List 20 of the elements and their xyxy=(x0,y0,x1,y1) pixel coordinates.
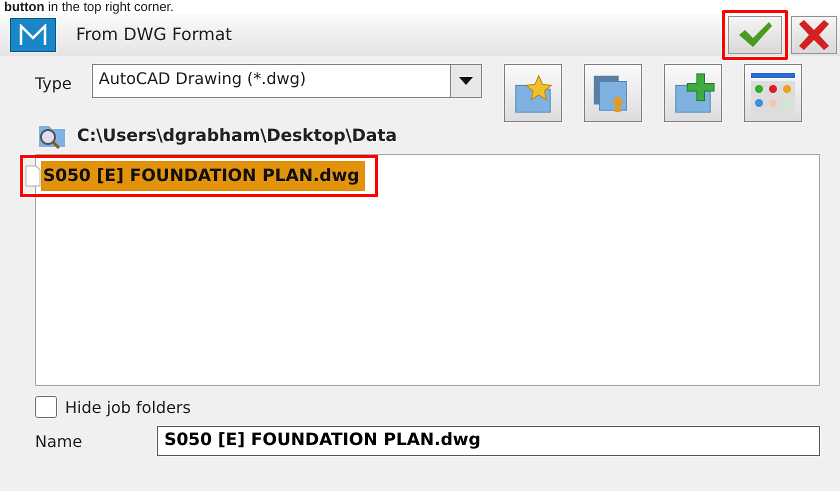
checkbox[interactable] xyxy=(35,396,57,418)
toolbar-button[interactable] xyxy=(744,64,802,122)
checkbox-label: Hide job folders xyxy=(65,398,191,416)
caption-text: button in the top right corner. xyxy=(3,0,175,14)
name-label: Name xyxy=(35,432,82,450)
folder-path: C:\Users\dgrabham\Desktop\Data xyxy=(77,126,397,146)
file-item[interactable]: S050 [E] FOUNDATION PLAN.dwg xyxy=(41,161,366,191)
close-icon xyxy=(797,20,831,50)
toolbar-button[interactable] xyxy=(504,64,562,122)
toolbar-button[interactable] xyxy=(584,64,642,122)
close-button[interactable] xyxy=(791,16,837,54)
toolbar-button[interactable] xyxy=(664,64,722,122)
ok-button[interactable] xyxy=(728,16,782,54)
name-field[interactable]: S050 [E] FOUNDATION PLAN.dwg xyxy=(157,426,820,456)
app-logo-icon xyxy=(10,18,56,52)
checkmark-icon xyxy=(737,21,773,49)
window-title: From DWG Format xyxy=(76,25,233,45)
type-dropdown[interactable]: AutoCAD Drawing (*.dwg) xyxy=(92,64,482,98)
dropdown-arrow-icon xyxy=(458,77,473,85)
type-label: Type xyxy=(35,74,72,93)
